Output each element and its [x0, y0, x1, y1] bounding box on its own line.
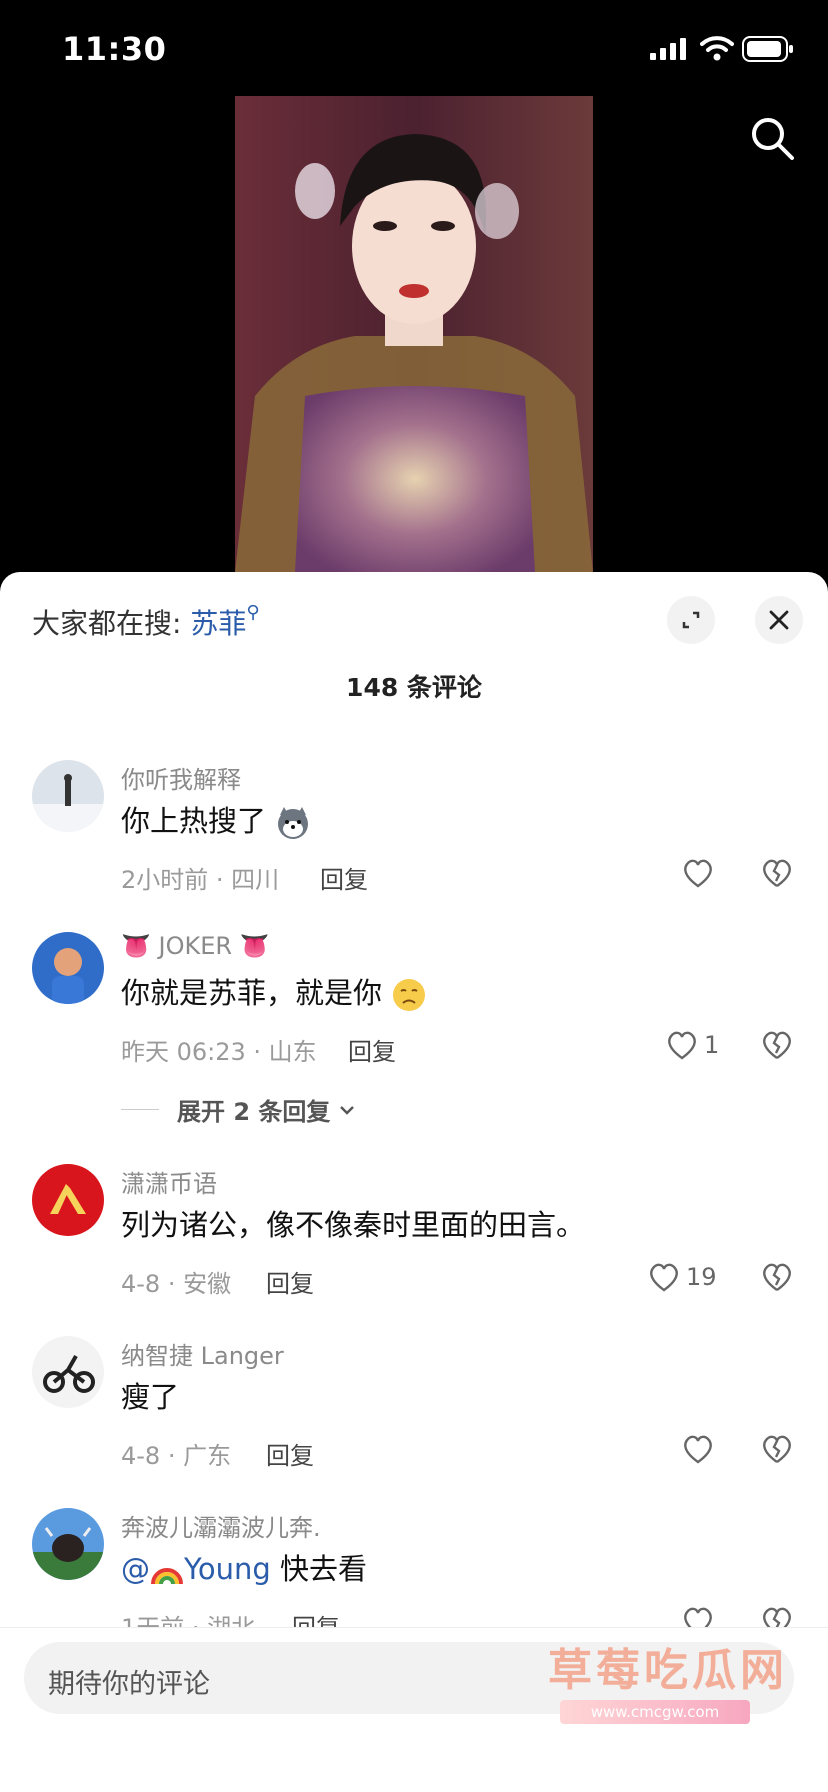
comment-input-placeholder: 期待你的评论	[48, 1669, 210, 1700]
sad-face-emoji-icon	[393, 979, 426, 1011]
hot-search-prefix: 大家都在搜:	[32, 607, 182, 640]
comment-username[interactable]: 纳智捷 Langer	[121, 1336, 284, 1371]
broken-heart-icon[interactable]	[760, 856, 794, 890]
comment-username[interactable]: 你听我解释	[121, 760, 241, 795]
comment-username[interactable]: 👅 JOKER 👅	[121, 932, 270, 960]
mention-at[interactable]: @	[121, 1552, 150, 1586]
heart-icon	[684, 1435, 712, 1464]
avatar[interactable]	[32, 760, 104, 832]
husky-emoji-icon	[278, 807, 309, 839]
like-button[interactable]	[682, 1432, 720, 1466]
comment-text-body: 快去看	[270, 1552, 367, 1586]
video-player[interactable]	[235, 96, 593, 572]
search-icon[interactable]	[748, 114, 796, 162]
comment-text: 你就是苏菲，就是你	[121, 970, 427, 1013]
signal-icon	[650, 38, 686, 60]
comment-item: 你听我解释 你上热搜了 2小时前 · 四川 回复	[0, 760, 828, 910]
rainbow-icon	[151, 1568, 183, 1585]
expand-replies-button[interactable]: 展开 2 条回复	[121, 1092, 358, 1127]
expand-replies-label: 展开 2 条回复	[177, 1098, 331, 1126]
expand-icon	[682, 611, 700, 629]
broken-heart-icon[interactable]	[760, 1028, 794, 1062]
comment-text: @ Young 快去看	[121, 1546, 367, 1588]
watermark-url: www.cmcgw.com	[560, 1700, 750, 1724]
avatar[interactable]	[32, 1164, 104, 1236]
comment-text: 列为诸公，像不像秦时里面的田言。	[121, 1208, 586, 1242]
magnifier-icon: ⚲	[246, 602, 260, 623]
hot-search-keyword[interactable]: 苏菲	[190, 607, 246, 640]
comment-item: 纳智捷 Langer 瘦了 4-8 · 广东 回复	[0, 1336, 828, 1486]
comment-text-body: 你就是苏菲，就是你	[121, 976, 383, 1010]
comment-meta: 4-8 · 广东	[121, 1442, 232, 1470]
comment-item: 潇潇币语 列为诸公，像不像秦时里面的田言。 4-8 · 安徽 回复 19	[0, 1164, 828, 1314]
like-button[interactable]: 1	[666, 1028, 719, 1062]
comment-input-bar: 期待你的评论 草莓吃瓜网 www.cmcgw.com	[0, 1627, 828, 1792]
comment-item: 👅 JOKER 👅 你就是苏菲，就是你 昨天 06:23 · 山东 回复 1 展…	[0, 932, 828, 1132]
watermark-text: 草莓吃瓜网	[548, 1645, 788, 1696]
avatar[interactable]	[32, 1508, 104, 1580]
expand-button[interactable]	[667, 596, 715, 644]
broken-heart-icon[interactable]	[760, 1432, 794, 1466]
battery-icon	[742, 36, 793, 62]
comment-count: 148 条评论	[346, 673, 482, 702]
like-button[interactable]	[682, 856, 720, 890]
chevron-down-icon	[340, 1105, 355, 1115]
status-time: 11:30	[62, 30, 167, 68]
heart-icon	[668, 1031, 696, 1060]
comment-username[interactable]: 潇潇币语	[121, 1164, 217, 1199]
like-button[interactable]: 19	[648, 1260, 717, 1294]
heart-icon	[650, 1263, 678, 1292]
comment-text: 瘦了	[121, 1380, 180, 1414]
divider	[121, 1109, 159, 1110]
comment-meta: 昨天 06:23 · 山东	[121, 1038, 317, 1066]
reply-button[interactable]: 回复	[348, 1032, 396, 1067]
reply-button[interactable]: 回复	[266, 1264, 314, 1299]
avatar[interactable]	[32, 1336, 104, 1408]
heart-icon	[684, 859, 712, 888]
comment-meta: 2小时前 · 四川	[121, 866, 280, 894]
reply-button[interactable]: 回复	[266, 1436, 314, 1471]
tongue-emoji-icon: 👅	[239, 932, 270, 960]
mention-name[interactable]: Young	[184, 1552, 271, 1586]
like-count: 1	[704, 1031, 720, 1059]
comments-panel: 大家都在搜: 苏菲⚲ 148 条评论 你听我解释 你上热搜了 2小时前 · 四川	[0, 572, 828, 1792]
like-count: 19	[686, 1263, 717, 1291]
hot-search[interactable]: 大家都在搜: 苏菲⚲	[32, 602, 260, 642]
tongue-emoji-icon: 👅	[121, 932, 151, 960]
broken-heart-icon[interactable]	[760, 1260, 794, 1294]
comment-text-body: 你上热搜了	[121, 804, 267, 838]
comment-text: 你上热搜了	[121, 798, 311, 841]
status-bar: 11:30	[0, 0, 828, 96]
comment-meta: 4-8 · 安徽	[121, 1270, 232, 1298]
avatar[interactable]	[32, 932, 104, 1004]
reply-button[interactable]: 回复	[320, 860, 368, 895]
wifi-icon	[700, 36, 734, 61]
comment-username[interactable]: 奔波儿灞灞波儿奔.	[121, 1508, 321, 1543]
close-button[interactable]	[755, 596, 803, 644]
comment-username-text: JOKER	[158, 932, 233, 960]
video-frame-image	[235, 96, 593, 572]
close-icon	[769, 610, 789, 630]
